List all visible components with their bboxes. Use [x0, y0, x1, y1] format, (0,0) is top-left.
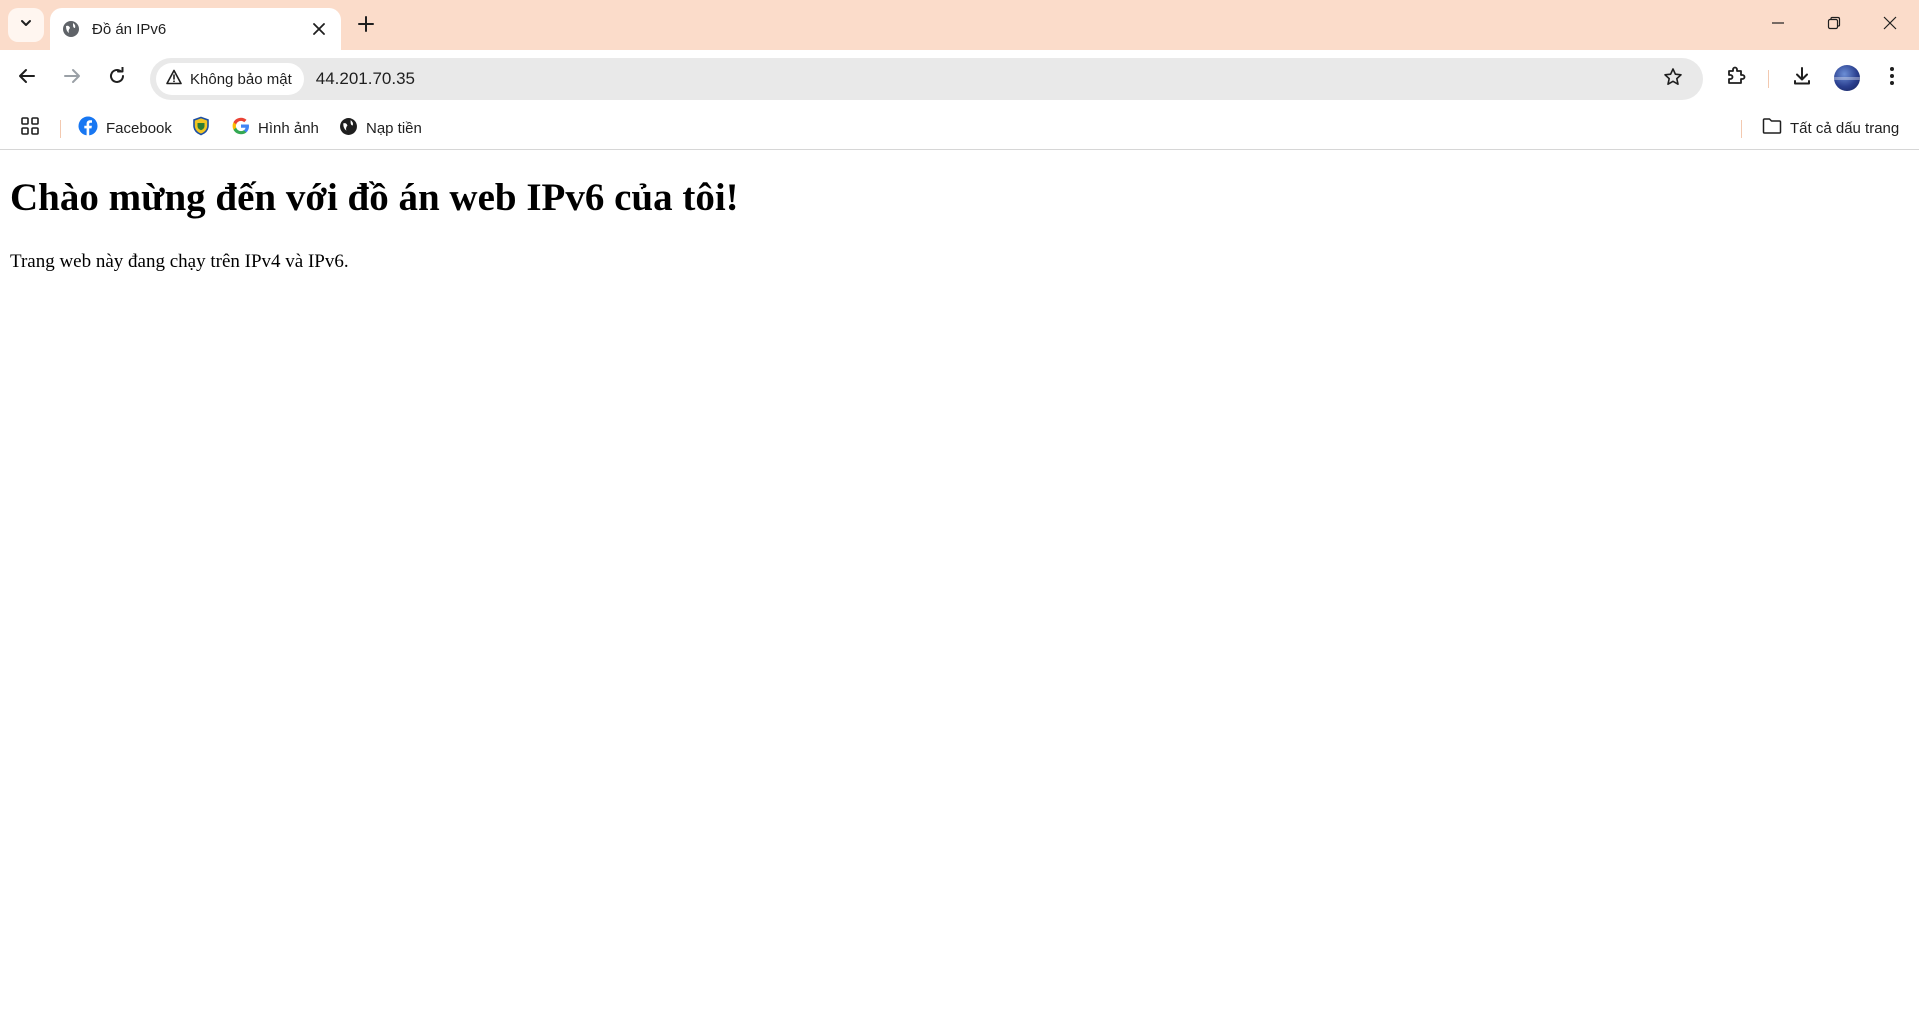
forward-button[interactable] [54, 60, 90, 96]
profile-button[interactable] [1829, 60, 1865, 96]
avatar [1834, 65, 1860, 91]
bookmark-facebook[interactable]: Facebook [78, 114, 172, 142]
bookmark-shield[interactable] [191, 114, 211, 142]
chevron-down-icon [19, 16, 33, 35]
star-icon [1663, 67, 1683, 92]
bookmark-topup[interactable]: Nạp tiền [339, 114, 422, 142]
shield-badge-icon [191, 116, 211, 140]
reload-icon [108, 66, 126, 90]
apps-button[interactable] [20, 114, 40, 142]
page-content: Chào mừng đến với đồ án web IPv6 của tôi… [0, 151, 1919, 1020]
tab-search-button[interactable] [8, 8, 44, 42]
google-icon [232, 117, 250, 139]
globe-icon [62, 20, 80, 38]
bookmarks-divider [60, 120, 61, 138]
page-paragraph: Trang web này đang chạy trên IPv4 và IPv… [10, 251, 349, 272]
bookmark-star-button[interactable] [1657, 63, 1689, 95]
folder-icon [1762, 117, 1782, 139]
active-tab[interactable]: Đồ án IPv6 [50, 8, 341, 50]
browser-toolbar: Không bảo mật 44.201.70.35 [0, 50, 1919, 106]
restore-button[interactable] [1806, 0, 1862, 50]
security-label: Không bảo mật [190, 70, 292, 88]
bookmark-label: Nạp tiền [366, 119, 422, 137]
close-window-button[interactable] [1862, 0, 1918, 50]
all-bookmarks-label: Tất cả dấu trang [1790, 119, 1900, 137]
page-heading: Chào mừng đến với đồ án web IPv6 của tôi… [10, 176, 739, 219]
warning-icon [166, 69, 182, 89]
downloads-button[interactable] [1784, 60, 1820, 96]
plus-icon [358, 15, 374, 37]
toolbar-divider [1768, 70, 1769, 88]
puzzle-icon [1725, 65, 1747, 92]
bookmark-label: Facebook [106, 119, 172, 137]
minimize-button[interactable] [1750, 0, 1806, 50]
globe-icon [339, 117, 358, 140]
restore-icon [1827, 16, 1841, 35]
tab-strip: Đồ án IPv6 [0, 0, 1919, 50]
facebook-icon [78, 116, 98, 140]
apps-grid-icon [20, 116, 40, 140]
bookmarks-bar: Facebook Hình ảnh Nạp tiền Tất cả dấu tr… [0, 106, 1919, 150]
all-bookmarks-button[interactable]: Tất cả dấu trang [1762, 114, 1899, 142]
close-tab-icon[interactable] [307, 17, 331, 41]
bookmarks-divider [1741, 120, 1742, 138]
back-button[interactable] [9, 60, 45, 96]
menu-button[interactable] [1874, 60, 1910, 96]
bookmark-label: Hình ảnh [258, 119, 319, 137]
new-tab-button[interactable] [352, 12, 380, 40]
url-text[interactable]: 44.201.70.35 [316, 69, 1657, 89]
close-icon [1883, 16, 1897, 35]
download-icon [1791, 65, 1813, 92]
arrow-left-icon [18, 67, 36, 90]
minimize-icon [1771, 16, 1785, 35]
address-bar[interactable]: Không bảo mật 44.201.70.35 [150, 58, 1703, 100]
reload-button[interactable] [99, 60, 135, 96]
security-chip[interactable]: Không bảo mật [156, 63, 304, 95]
bookmark-images[interactable]: Hình ảnh [232, 114, 319, 142]
extensions-button[interactable] [1718, 60, 1754, 96]
arrow-right-icon [63, 67, 81, 90]
tab-title: Đồ án IPv6 [92, 20, 167, 38]
more-vertical-icon [1889, 66, 1895, 91]
